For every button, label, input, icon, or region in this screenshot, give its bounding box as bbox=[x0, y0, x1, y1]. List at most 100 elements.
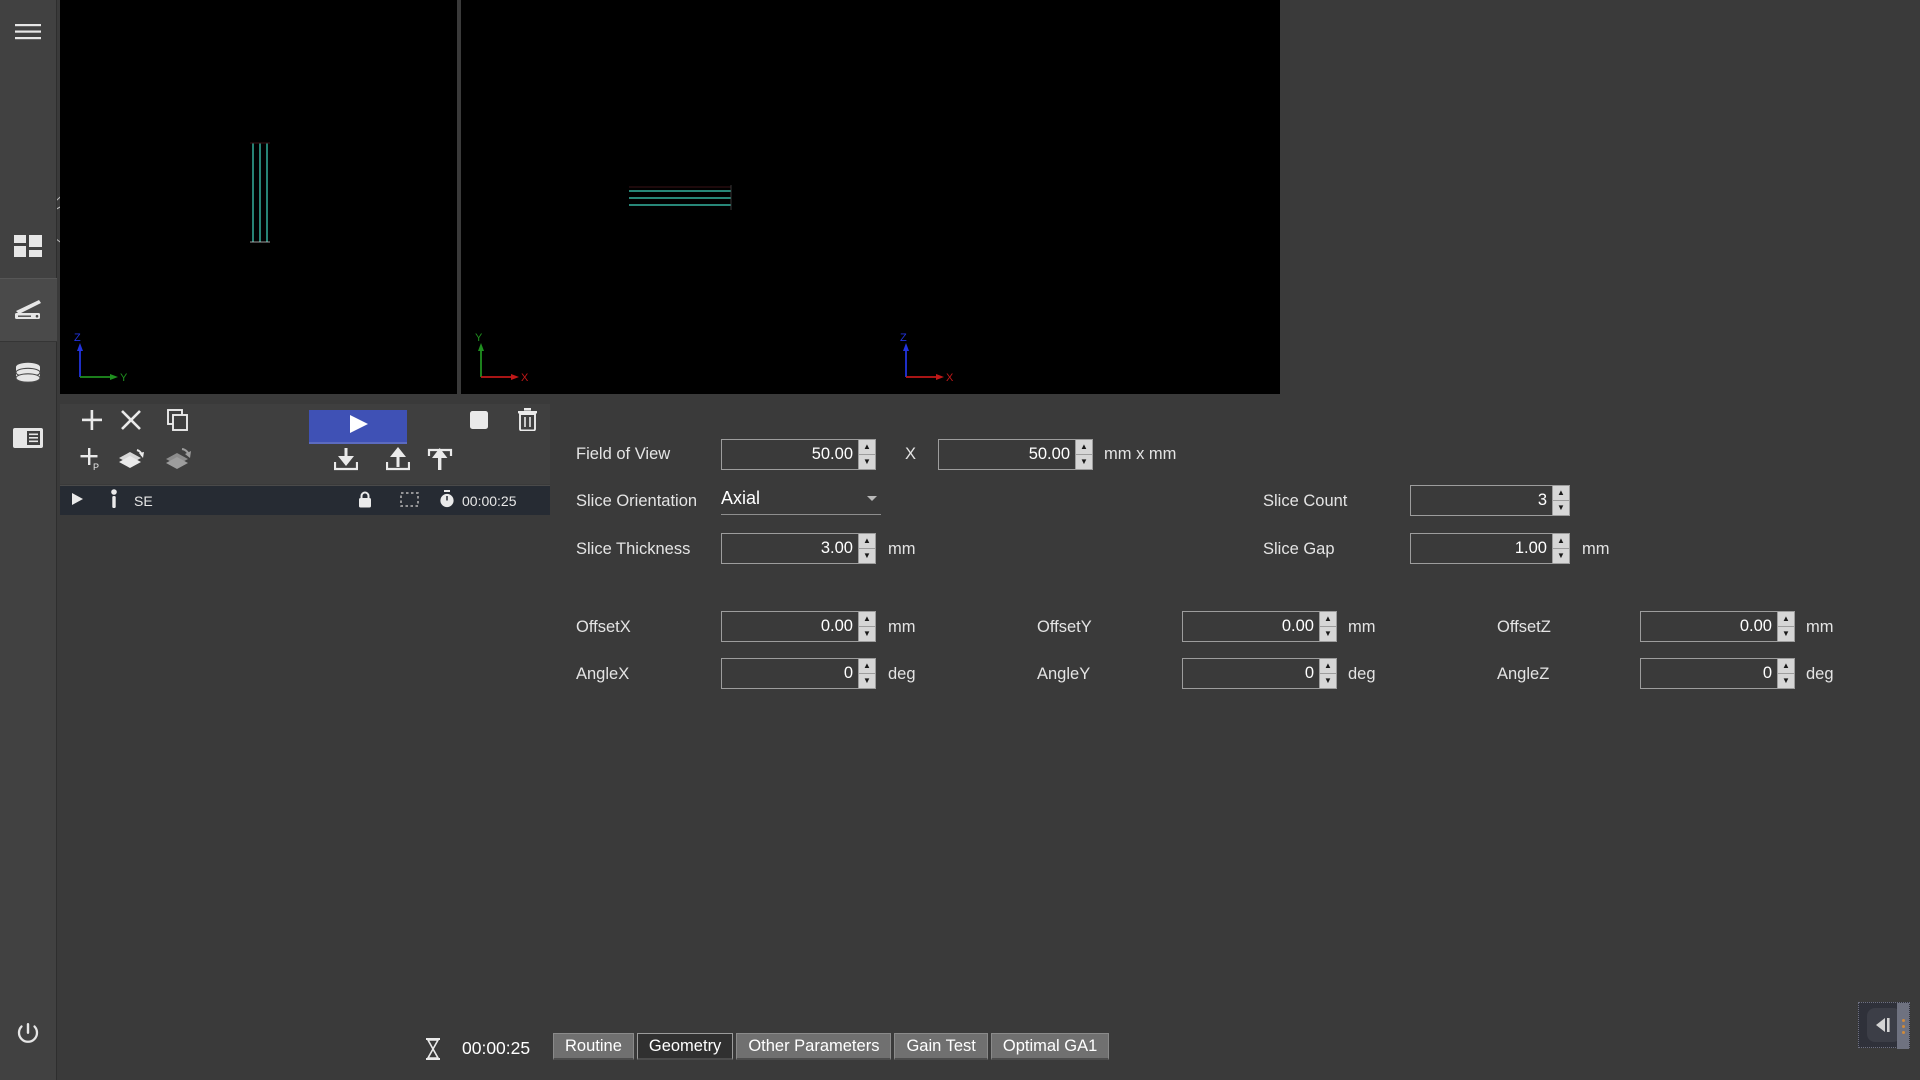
field-of-view-separator: X bbox=[905, 445, 916, 464]
sagittal-viewport[interactable]: Z Y bbox=[60, 0, 457, 394]
stepper-down-icon[interactable]: ▼ bbox=[1553, 549, 1569, 564]
sidebar-item-menu[interactable] bbox=[0, 0, 57, 64]
slice-count-input[interactable] bbox=[1411, 486, 1552, 515]
parameter-tabs: Routine Geometry Other Parameters Gain T… bbox=[553, 1033, 1112, 1060]
angle-z-input[interactable] bbox=[1641, 659, 1777, 688]
offset-y-arrows[interactable]: ▲ ▼ bbox=[1319, 612, 1336, 641]
axis-indicator-zy: Z Y bbox=[70, 331, 140, 386]
collapse-panel-button[interactable] bbox=[1858, 1002, 1910, 1048]
svg-text:X: X bbox=[946, 372, 954, 384]
scanner-icon bbox=[13, 298, 43, 322]
stepper-down-icon[interactable]: ▼ bbox=[1778, 674, 1794, 689]
slice-gap-stepper[interactable]: ▲ ▼ bbox=[1410, 533, 1570, 564]
stepper-down-icon[interactable]: ▼ bbox=[1320, 674, 1336, 689]
chevron-down-icon[interactable] bbox=[867, 496, 877, 501]
field-of-view-unit: mm x mm bbox=[1104, 445, 1176, 464]
offset-x-stepper[interactable]: ▲ ▼ bbox=[721, 611, 876, 642]
angle-y-input[interactable] bbox=[1183, 659, 1319, 688]
sidebar-item-dashboard[interactable] bbox=[0, 214, 57, 278]
stepper-up-icon[interactable]: ▲ bbox=[1320, 612, 1336, 627]
offset-z-stepper[interactable]: ▲ ▼ bbox=[1640, 611, 1795, 642]
field-of-view-x-input[interactable] bbox=[722, 440, 858, 469]
stepper-down-icon[interactable]: ▼ bbox=[1778, 627, 1794, 642]
angle-z-stepper[interactable]: ▲ ▼ bbox=[1640, 658, 1795, 689]
stepper-up-icon[interactable]: ▲ bbox=[859, 534, 875, 549]
coronal-viewport[interactable]: Z X bbox=[886, 0, 1280, 394]
slice-gap-input[interactable] bbox=[1411, 534, 1552, 563]
offset-z-arrows[interactable]: ▲ ▼ bbox=[1777, 612, 1794, 641]
slice-thickness-arrows[interactable]: ▲ ▼ bbox=[858, 534, 875, 563]
stepper-up-icon[interactable]: ▲ bbox=[1553, 486, 1569, 501]
offset-x-input[interactable] bbox=[722, 612, 858, 641]
slice-thickness-stepper[interactable]: ▲ ▼ bbox=[721, 533, 876, 564]
tab-geometry[interactable]: Geometry bbox=[637, 1033, 733, 1060]
svg-text:Y: Y bbox=[120, 372, 128, 384]
stepper-up-icon[interactable]: ▲ bbox=[859, 440, 875, 455]
stepper-down-icon[interactable]: ▼ bbox=[1076, 455, 1092, 470]
stepper-down-icon[interactable]: ▼ bbox=[1553, 501, 1569, 516]
elapsed-time: 00:00:25 bbox=[462, 1038, 530, 1059]
stepper-up-icon[interactable]: ▲ bbox=[1553, 534, 1569, 549]
svg-text:X: X bbox=[521, 372, 529, 384]
stepper-up-icon[interactable]: ▲ bbox=[1778, 659, 1794, 674]
slice-lines-axial bbox=[629, 185, 731, 210]
field-of-view-label: Field of View bbox=[576, 445, 670, 464]
svg-text:Y: Y bbox=[475, 332, 483, 344]
field-of-view-x-stepper[interactable]: ▲ ▼ bbox=[721, 439, 876, 470]
stepper-down-icon[interactable]: ▼ bbox=[859, 674, 875, 689]
panel-drag-handle[interactable] bbox=[1897, 1003, 1909, 1049]
offset-x-arrows[interactable]: ▲ ▼ bbox=[858, 612, 875, 641]
angle-x-label: AngleX bbox=[576, 665, 629, 684]
slice-orientation-value: Axial bbox=[721, 488, 867, 509]
slice-orientation-select[interactable]: Axial bbox=[721, 483, 881, 515]
offset-y-unit: mm bbox=[1348, 618, 1376, 637]
tab-other-parameters[interactable]: Other Parameters bbox=[736, 1033, 891, 1060]
field-of-view-x-arrows[interactable]: ▲ ▼ bbox=[858, 440, 875, 469]
offset-z-label: OffsetZ bbox=[1497, 618, 1551, 637]
slice-count-arrows[interactable]: ▲ ▼ bbox=[1552, 486, 1569, 515]
angle-x-arrows[interactable]: ▲ ▼ bbox=[858, 659, 875, 688]
svg-text:Z: Z bbox=[900, 332, 907, 344]
stepper-down-icon[interactable]: ▼ bbox=[859, 455, 875, 470]
svg-text:Z: Z bbox=[74, 332, 81, 344]
sidebar-item-scanner[interactable] bbox=[0, 278, 57, 342]
axial-viewport[interactable]: Y X bbox=[461, 0, 886, 394]
stepper-down-icon[interactable]: ▼ bbox=[859, 549, 875, 564]
tab-routine[interactable]: Routine bbox=[553, 1033, 634, 1060]
slice-gap-arrows[interactable]: ▲ ▼ bbox=[1552, 534, 1569, 563]
offset-y-label: OffsetY bbox=[1037, 618, 1092, 637]
angle-z-unit: deg bbox=[1806, 665, 1834, 684]
tab-gain-test[interactable]: Gain Test bbox=[894, 1033, 987, 1060]
angle-y-label: AngleY bbox=[1037, 665, 1090, 684]
stepper-up-icon[interactable]: ▲ bbox=[1076, 440, 1092, 455]
field-of-view-y-input[interactable] bbox=[939, 440, 1075, 469]
stepper-up-icon[interactable]: ▲ bbox=[859, 659, 875, 674]
angle-y-arrows[interactable]: ▲ ▼ bbox=[1319, 659, 1336, 688]
stepper-up-icon[interactable]: ▲ bbox=[1778, 612, 1794, 627]
slice-thickness-input[interactable] bbox=[722, 534, 858, 563]
field-of-view-y-stepper[interactable]: ▲ ▼ bbox=[938, 439, 1093, 470]
slice-count-stepper[interactable]: ▲ ▼ bbox=[1410, 485, 1570, 516]
bottom-bar: 00:00:25 Routine Geometry Other Paramete… bbox=[0, 1020, 1920, 1080]
slice-count-label: Slice Count bbox=[1263, 492, 1347, 511]
offset-z-unit: mm bbox=[1806, 618, 1834, 637]
stepper-down-icon[interactable]: ▼ bbox=[1320, 627, 1336, 642]
tab-optimal-ga1[interactable]: Optimal GA1 bbox=[991, 1033, 1109, 1060]
stepper-up-icon[interactable]: ▲ bbox=[1320, 659, 1336, 674]
offset-y-stepper[interactable]: ▲ ▼ bbox=[1182, 611, 1337, 642]
stepper-down-icon[interactable]: ▼ bbox=[859, 627, 875, 642]
slice-thickness-label: Slice Thickness bbox=[576, 540, 690, 559]
angle-x-stepper[interactable]: ▲ ▼ bbox=[721, 658, 876, 689]
angle-y-stepper[interactable]: ▲ ▼ bbox=[1182, 658, 1337, 689]
offset-y-input[interactable] bbox=[1183, 612, 1319, 641]
field-of-view-y-arrows[interactable]: ▲ ▼ bbox=[1075, 440, 1092, 469]
angle-x-input[interactable] bbox=[722, 659, 858, 688]
offset-x-unit: mm bbox=[888, 618, 916, 637]
hamburger-menu-icon bbox=[15, 23, 41, 41]
slice-orientation-label: Slice Orientation bbox=[576, 492, 697, 511]
offset-z-input[interactable] bbox=[1641, 612, 1777, 641]
dashboard-grid-icon bbox=[14, 235, 42, 257]
stepper-up-icon[interactable]: ▲ bbox=[859, 612, 875, 627]
angle-z-arrows[interactable]: ▲ ▼ bbox=[1777, 659, 1794, 688]
sidebar-item-database[interactable] bbox=[0, 342, 57, 406]
